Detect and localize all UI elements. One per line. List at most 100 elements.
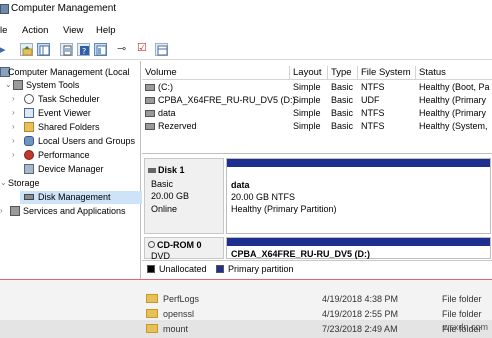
check-icon[interactable]: ☑ [137, 41, 147, 54]
expand-icon[interactable]: › [12, 94, 15, 103]
cell-type: Basic [331, 108, 354, 118]
menu-view[interactable]: View [63, 25, 83, 36]
clock-icon [24, 94, 34, 104]
background-explorer: PerfLogs 4/19/2018 4:38 PM File folder o… [0, 280, 492, 338]
cell-layout: Simple [293, 108, 321, 118]
file-name: mount [163, 324, 189, 334]
tree-item-storage[interactable]: ⌄ Storage [0, 177, 141, 190]
disk-icon [148, 168, 156, 173]
connect-icon[interactable]: ⊸ [117, 42, 126, 55]
show-hide-tree-icon[interactable] [37, 43, 50, 56]
menu-file[interactable]: le [0, 25, 7, 36]
expand-icon[interactable]: › [12, 136, 15, 145]
column-volume[interactable]: Volume [142, 66, 290, 80]
partition-detail: 20.00 GB NTFS [231, 192, 296, 202]
tree-item-label: Disk Management [38, 192, 111, 202]
cdrom-0-info[interactable]: CD-ROM 0 DVD [144, 237, 224, 261]
partition-cdrom[interactable]: CPBA_X64FRE_RU-RU_DV5 (D:) [226, 237, 491, 259]
toolbar: ▸ ? ⊸ ☑ [0, 38, 492, 60]
tree-item-services-apps[interactable]: › Services and Applications [0, 205, 141, 218]
users-icon [24, 136, 34, 146]
primary-partition-swatch [216, 265, 224, 273]
menu-bar: le Action View Help [0, 20, 492, 38]
partition-data[interactable]: data 20.00 GB NTFS Healthy (Primary Part… [226, 158, 491, 234]
primary-partition-stripe [227, 238, 490, 246]
services-icon [10, 206, 20, 216]
cell-volume: (C:) [158, 82, 173, 92]
volume-row[interactable]: (C:) Simple Basic NTFS Healthy (Boot, Pa [142, 81, 492, 94]
file-row[interactable]: mount 7/23/2018 2:49 AM File folder [0, 320, 492, 338]
cell-volume: data [158, 108, 176, 118]
navigation-tree: Computer Management (Local ⌄ System Tool… [0, 61, 146, 279]
collapse-icon[interactable]: ⌄ [5, 80, 12, 89]
volume-row[interactable]: CPBA_X64FRE_RU-RU_DV5 (D:) Simple Basic … [142, 94, 492, 107]
tree-item-label: Event Viewer [38, 108, 91, 118]
tree-item-local-users[interactable]: › Local Users and Groups [0, 135, 141, 148]
cdrom-icon [148, 241, 155, 248]
volume-icon [145, 97, 155, 104]
expand-icon[interactable]: › [0, 206, 3, 215]
disk-1-name: Disk 1 [158, 165, 185, 175]
volume-row[interactable]: data Simple Basic NTFS Healthy (Primary [142, 107, 492, 120]
tree-item-task-scheduler[interactable]: › Task Scheduler [0, 93, 141, 106]
back-arrow-icon[interactable]: ▸ [0, 43, 6, 56]
tree-item-label: System Tools [26, 80, 80, 90]
menu-action[interactable]: Action [22, 25, 48, 36]
legend-primary-partition: Primary partition [228, 264, 294, 274]
disk-1-size: 20.00 GB [151, 191, 190, 201]
up-folder-icon[interactable] [20, 43, 33, 56]
cell-file-system: UDF [361, 95, 380, 105]
collapse-icon[interactable]: ⌄ [0, 178, 7, 187]
details-view-icon[interactable] [94, 43, 107, 56]
tree-item-device-manager[interactable]: Device Manager [0, 163, 141, 176]
tree-root-label: Computer Management (Local [8, 67, 130, 77]
cell-volume: Rezerved [158, 121, 197, 131]
cell-layout: Simple [293, 95, 321, 105]
partition-status: Healthy (Primary Partition) [231, 204, 337, 214]
tree-item-system-tools[interactable]: ⌄ System Tools [0, 79, 141, 92]
cell-status: Healthy (Boot, Pa [419, 82, 490, 92]
expand-icon[interactable]: › [12, 150, 15, 159]
volume-list: Volume Layout Type File System Status (C… [142, 61, 492, 153]
cell-volume: CPBA_X64FRE_RU-RU_DV5 (D:) [158, 95, 296, 105]
tree-item-performance[interactable]: › Performance [0, 149, 141, 162]
tree-item-disk-management[interactable]: Disk Management [20, 191, 146, 204]
column-layout[interactable]: Layout [290, 66, 328, 80]
volume-icon [145, 110, 155, 117]
tree-item-event-viewer[interactable]: › Event Viewer [0, 107, 141, 120]
column-status[interactable]: Status [416, 66, 492, 80]
tools-icon [13, 80, 23, 90]
disk-1-type: Basic [151, 179, 174, 189]
expand-icon[interactable]: › [12, 108, 15, 117]
performance-icon [24, 150, 34, 160]
expand-icon[interactable]: › [12, 122, 15, 131]
list-view-icon[interactable] [155, 43, 168, 56]
disk-1-label: Disk 1 [148, 165, 185, 175]
tree-item-label: Storage [8, 178, 40, 188]
column-type[interactable]: Type [328, 66, 358, 80]
folder-icon [146, 324, 158, 333]
unallocated-swatch [147, 265, 155, 273]
disk-1-info[interactable]: Disk 1 Basic 20.00 GB Online [144, 158, 224, 234]
tree-root[interactable]: Computer Management (Local [0, 66, 141, 79]
folder-icon [146, 309, 158, 318]
legend-unallocated: Unallocated [159, 264, 207, 274]
svg-text:?: ? [82, 47, 86, 56]
help-icon[interactable]: ? [77, 43, 90, 56]
cell-type: Basic [331, 121, 354, 131]
cell-layout: Simple [293, 82, 321, 92]
title-bar: Computer Management [0, 0, 492, 19]
cell-file-system: NTFS [361, 121, 385, 131]
cell-status: Healthy (Primary [419, 108, 487, 118]
volume-row[interactable]: Rezerved Simple Basic NTFS Healthy (Syst… [142, 120, 492, 133]
file-date: 4/19/2018 4:38 PM [322, 294, 399, 304]
tree-item-label: Services and Applications [23, 206, 126, 216]
tree-item-shared-folders[interactable]: › Shared Folders [0, 121, 141, 134]
cell-status: Healthy (System, [419, 121, 488, 131]
folder-icon [146, 294, 158, 303]
legend: Unallocated Primary partition [142, 260, 492, 277]
tree-item-label: Shared Folders [38, 122, 100, 132]
column-file-system[interactable]: File System [358, 66, 416, 80]
menu-help[interactable]: Help [96, 25, 116, 36]
properties-icon[interactable] [60, 43, 73, 56]
